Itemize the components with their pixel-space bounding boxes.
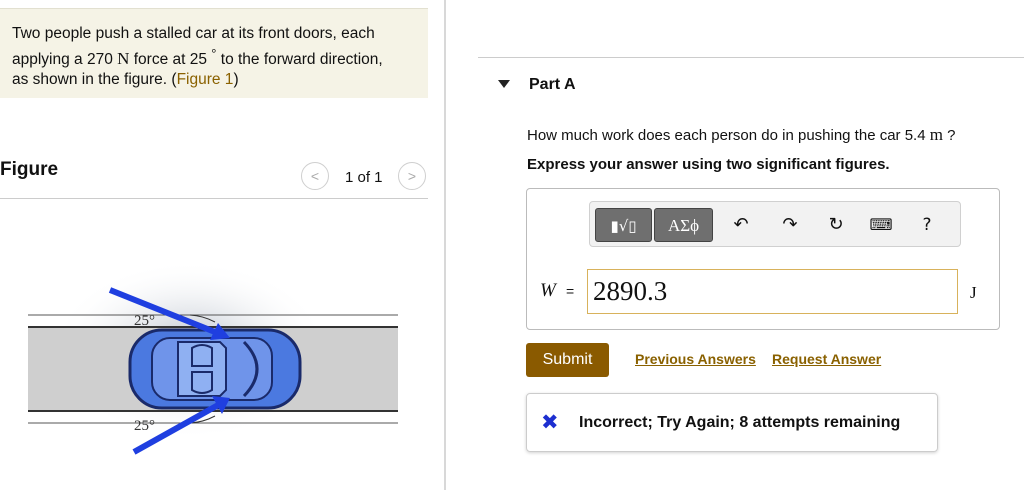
angle-label-top: 25° xyxy=(134,313,155,329)
problem-text: force at 25 xyxy=(129,51,212,69)
chevron-left-icon: < xyxy=(310,168,320,184)
x-icon: ✖ xyxy=(541,410,559,434)
figure-prev-button[interactable]: < xyxy=(301,162,329,190)
previous-answers-link[interactable]: Previous Answers xyxy=(635,351,756,367)
problem-line-1: Two people push a stalled car at its fro… xyxy=(12,25,375,42)
feedback-box: ✖ Incorrect; Try Again; 8 attempts remai… xyxy=(526,393,938,452)
feedback-text: Incorrect; Try Again; 8 attempts remaini… xyxy=(579,414,901,431)
instruction-text: Express your answer using two significan… xyxy=(527,156,890,173)
right-panel: Part A How much work does each person do… xyxy=(446,0,1024,490)
symbols-button[interactable]: ΑΣϕ xyxy=(654,208,713,242)
templates-button[interactable]: ▮√▯ xyxy=(595,208,652,242)
problem-statement: Two people push a stalled car at its fro… xyxy=(0,8,428,98)
part-title[interactable]: Part A xyxy=(529,76,576,94)
problem-text: as shown in the figure. ( xyxy=(12,71,177,89)
car xyxy=(128,328,302,410)
equals-sign: = xyxy=(566,283,575,299)
distance-unit: m xyxy=(929,125,943,144)
figure-pager-count: 1 of 1 xyxy=(345,169,383,186)
answer-unit: J xyxy=(970,283,977,302)
problem-line-2: applying a 270 N force at 25 ° to the fo… xyxy=(12,44,416,70)
problem-line-3: as shown in the figure. (Figure 1) xyxy=(12,70,416,90)
submit-button[interactable]: Submit xyxy=(526,343,609,377)
problem-text: applying a 270 xyxy=(12,51,118,69)
answer-variable: W xyxy=(540,280,556,301)
math-toolbar: ▮√▯ ΑΣϕ ↶ ↷ ↻ ⌨ ? xyxy=(589,201,961,247)
figure-link[interactable]: Figure 1 xyxy=(177,71,234,88)
help-icon[interactable]: ? xyxy=(914,212,940,238)
part-divider xyxy=(478,57,1024,58)
problem-text: ) xyxy=(233,71,239,89)
figure-next-button[interactable]: > xyxy=(398,162,426,190)
question-part: ? xyxy=(942,127,956,144)
reset-icon[interactable]: ↻ xyxy=(823,212,849,238)
angle-label-bottom: 25° xyxy=(134,418,155,434)
question-text: How much work does each person do in pus… xyxy=(527,125,955,145)
figure-title: Figure xyxy=(0,159,59,180)
undo-icon[interactable]: ↶ xyxy=(728,212,754,238)
chevron-right-icon: > xyxy=(407,168,417,184)
left-panel: Two people push a stalled car at its fro… xyxy=(0,0,445,490)
answer-input[interactable]: 2890.3 xyxy=(587,269,958,314)
problem-text: to the forward direction, xyxy=(216,51,383,69)
keyboard-icon[interactable]: ⌨ xyxy=(868,212,894,238)
car-figure: 25° 25° xyxy=(28,260,398,455)
caret-down-icon[interactable] xyxy=(498,80,510,88)
force-unit: N xyxy=(117,49,130,69)
figure-divider xyxy=(0,198,428,199)
question-part: How much work does each person do in pus… xyxy=(527,127,930,144)
redo-icon[interactable]: ↷ xyxy=(777,212,803,238)
answer-box: ▮√▯ ΑΣϕ ↶ ↷ ↻ ⌨ ? W = 2890.3 J xyxy=(526,188,1000,330)
request-answer-link[interactable]: Request Answer xyxy=(772,351,881,367)
